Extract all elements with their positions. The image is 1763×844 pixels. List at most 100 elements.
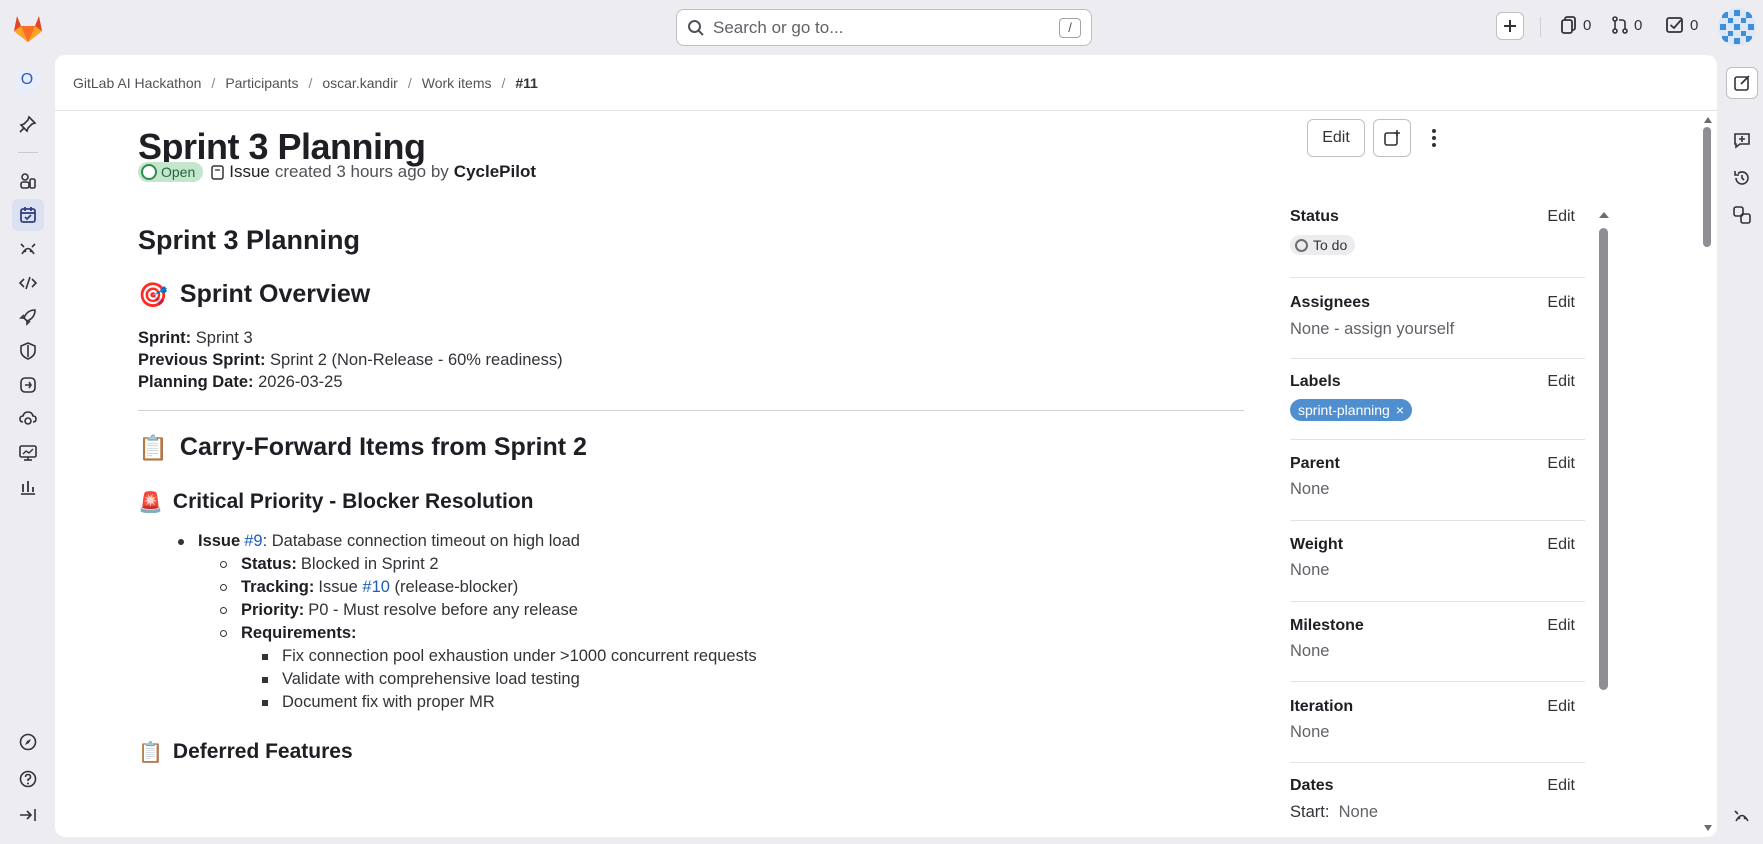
chart-bar-icon[interactable] <box>12 471 44 503</box>
todo-check-icon <box>1666 17 1683 33</box>
main-panel: GitLab AI Hackathon / Participants / oscar… <box>55 55 1717 837</box>
todos-button[interactable]: 0 <box>1666 16 1698 34</box>
merge-requests-button[interactable]: 0 <box>1612 16 1642 34</box>
deferred-features-heading: 📋 Deferred Features <box>138 740 353 764</box>
status-edit-button[interactable]: Edit <box>1547 208 1575 226</box>
edit-button[interactable]: Edit <box>1307 119 1365 157</box>
top-bar: Search or go to... / 0 0 0 <box>0 0 1763 55</box>
plan-icon[interactable] <box>12 199 44 231</box>
collapse-sidebar-icon[interactable] <box>12 799 44 831</box>
breadcrumb-item[interactable]: GitLab AI Hackathon <box>73 75 201 91</box>
dates-start: Start: None <box>1290 803 1379 821</box>
list-item: Status: Blocked in Sprint 2 <box>220 555 439 574</box>
breadcrumb: GitLab AI Hackathon / Participants / oscar… <box>73 75 538 91</box>
bullet <box>262 653 268 660</box>
page-scrollbar[interactable] <box>1702 115 1714 835</box>
attributes-sidebar: Status Edit To do Assignees Edit None - … <box>1290 205 1585 827</box>
new-related-item-button[interactable] <box>1373 119 1411 157</box>
list-item: Document fix with proper MR <box>262 693 495 712</box>
todos-count: 0 <box>1690 16 1699 34</box>
pin-icon[interactable] <box>12 108 44 140</box>
scroll-down-arrow-icon[interactable] <box>1704 825 1712 831</box>
bullet <box>262 699 268 706</box>
bullet <box>220 561 227 568</box>
breadcrumb-item[interactable]: oscar.kandir <box>322 75 397 91</box>
carry-forward-heading: 📋 Carry-Forward Items from Sprint 2 <box>138 433 587 462</box>
search-input[interactable]: Search or go to... / <box>676 9 1092 46</box>
issues-icon <box>1561 16 1576 34</box>
search-icon <box>688 19 704 36</box>
issue-link[interactable]: #9 <box>244 532 262 551</box>
clipboard-icon: 📋 <box>138 433 168 462</box>
sidebar-scrollbar[interactable] <box>1598 212 1610 824</box>
milestone-edit-button[interactable]: Edit <box>1547 617 1575 635</box>
deploy-rocket-icon[interactable] <box>12 301 44 333</box>
right-rail <box>1722 55 1763 844</box>
more-actions-button[interactable] <box>1419 119 1449 157</box>
create-new-button[interactable] <box>1496 12 1524 40</box>
help-icon[interactable] <box>12 763 44 795</box>
weight-edit-button[interactable]: Edit <box>1547 536 1575 554</box>
assignees-value[interactable]: None - assign yourself <box>1290 320 1454 339</box>
iteration-section: Iteration Edit None <box>1290 682 1585 763</box>
linked-items-icon[interactable] <box>1726 199 1758 231</box>
assignees-edit-button[interactable]: Edit <box>1547 294 1575 312</box>
issue-link[interactable]: #10 <box>362 578 390 597</box>
analyze-icon[interactable] <box>12 437 44 469</box>
list-item: Issue #9: Database connection timeout on … <box>178 532 580 551</box>
sidebar-scrollbar-thumb[interactable] <box>1599 228 1608 690</box>
remove-label-icon[interactable]: × <box>1396 402 1404 418</box>
code-icon[interactable] <box>12 267 44 299</box>
search-placeholder: Search or go to... <box>713 17 844 37</box>
left-navigation: O <box>0 55 55 844</box>
iteration-edit-button[interactable]: Edit <box>1547 698 1575 716</box>
organization-switcher[interactable]: O <box>14 67 40 93</box>
issues-count: 0 <box>1583 16 1592 34</box>
list-item: Tracking: Issue #10 (release-blocker) <box>220 578 518 597</box>
bullet <box>178 538 184 545</box>
duo-chat-icon[interactable] <box>1726 800 1758 832</box>
parent-title: Parent <box>1290 455 1340 472</box>
dates-edit-button[interactable]: Edit <box>1547 777 1575 795</box>
label-sprint-planning[interactable]: sprint-planning × <box>1290 399 1413 421</box>
merge-requests-count: 0 <box>1634 16 1643 34</box>
labels-title: Labels <box>1290 373 1341 390</box>
edit-note-icon[interactable] <box>1726 67 1758 99</box>
scroll-up-arrow-icon[interactable] <box>1704 117 1712 123</box>
secure-shield-icon[interactable] <box>12 335 44 367</box>
history-icon[interactable] <box>1726 162 1758 194</box>
labels-section: Labels Edit sprint-planning × <box>1290 359 1585 440</box>
assigned-issues-button[interactable]: 0 <box>1561 16 1591 34</box>
scroll-up-arrow-icon[interactable] <box>1599 212 1609 218</box>
author-link[interactable]: CyclePilot <box>454 162 536 182</box>
milestone-section: Milestone Edit None <box>1290 602 1585 682</box>
status-badge: To do <box>1290 235 1356 255</box>
bullet <box>220 584 227 591</box>
breadcrumb-item[interactable]: Participants <box>225 75 298 91</box>
duo-agent-icon[interactable] <box>12 233 44 265</box>
monitor-icon[interactable] <box>12 403 44 435</box>
comment-add-icon[interactable] <box>1726 124 1758 156</box>
labels-edit-button[interactable]: Edit <box>1547 373 1575 391</box>
parent-section: Parent Edit None <box>1290 440 1585 521</box>
weight-section: Weight Edit None <box>1290 521 1585 602</box>
work-item-meta: Open Issue created 3 hours ago by CycleP… <box>138 162 536 182</box>
sprint-line: Sprint: Sprint 3 <box>138 329 253 347</box>
critical-priority-heading: 🚨 Critical Priority - Blocker Resolution <box>138 490 534 514</box>
merge-request-icon <box>1612 16 1628 34</box>
project-overview-icon[interactable] <box>12 165 44 197</box>
breadcrumb-item[interactable]: Work items <box>422 75 492 91</box>
parent-value: None <box>1290 480 1330 498</box>
breadcrumb-current[interactable]: #11 <box>515 75 538 91</box>
explore-compass-icon[interactable] <box>12 726 44 758</box>
scrollbar-thumb[interactable] <box>1703 127 1711 247</box>
gitlab-logo-icon[interactable] <box>10 10 46 44</box>
work-item-type: Issue <box>229 162 270 181</box>
bullet <box>262 676 268 683</box>
list-item: Fix connection pool exhaustion under >10… <box>262 647 757 666</box>
operate-icon[interactable] <box>12 369 44 401</box>
parent-edit-button[interactable]: Edit <box>1547 455 1575 473</box>
iteration-value: None <box>1290 723 1330 741</box>
milestone-value: None <box>1290 642 1330 660</box>
user-avatar[interactable] <box>1718 8 1756 46</box>
